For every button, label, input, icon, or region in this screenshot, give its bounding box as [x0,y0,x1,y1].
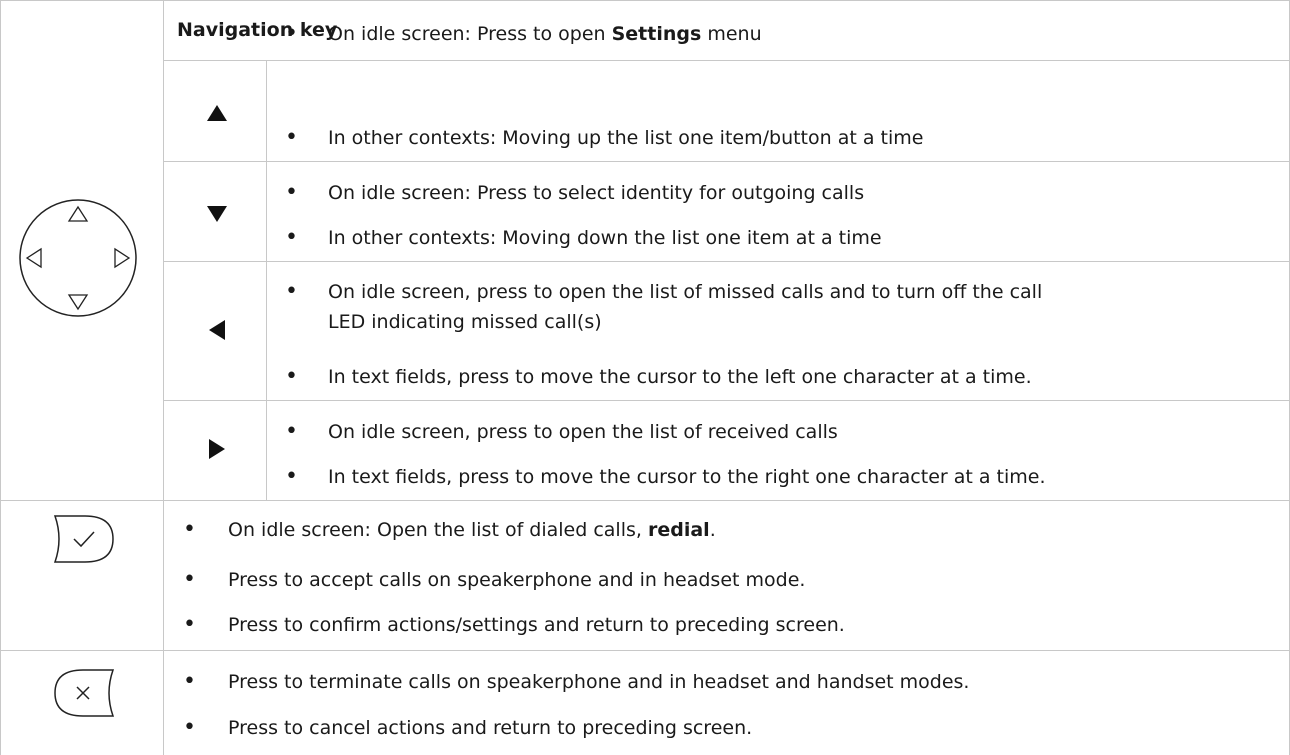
left-item-1-line1: On idle screen, press to open the list o… [328,281,1043,303]
bullet: • [183,715,196,740]
row-divider-2 [163,261,1290,262]
left-arrow-icon [209,320,225,340]
bullet: • [285,419,298,444]
bullet: • [183,517,196,542]
left-item-2: In text fields, press to move the cursor… [328,366,1032,388]
bullet: • [183,612,196,637]
cancel-item-1: Press to terminate calls on speakerphone… [228,671,970,693]
bullet: • [183,669,196,694]
bullet: • [285,364,298,389]
navigation-key-icon [19,199,137,317]
section-divider-cancel [0,650,1290,651]
section-divider-accept [0,500,1290,501]
accept-item-3: Press to confirm actions/settings and re… [228,614,845,636]
right-item-2: In text fields, press to move the cursor… [328,466,1046,488]
bullet: • [183,567,196,592]
table-header-title: Navigation key [177,19,338,41]
table-border-top [0,0,1290,1]
table-border-left [0,0,1,755]
left-item-1-line2: LED indicating missed call(s) [328,311,602,333]
right-item-1: On idle screen, press to open the list o… [328,421,838,443]
right-arrow-icon [209,439,225,459]
column-divider-key [163,0,164,755]
down-item-1: On idle screen: Press to select identity… [328,182,865,204]
bullet: • [285,125,298,150]
accept-key-icon [53,515,114,563]
up-item-2: In other contexts: Moving up the list on… [328,127,924,149]
up-item-1: On idle screen: Press to open Settings m… [328,23,762,45]
bullet: • [285,225,298,250]
cancel-key-icon [54,669,115,717]
bullet: • [285,180,298,205]
down-arrow-icon [207,206,227,222]
cancel-item-2: Press to cancel actions and return to pr… [228,717,753,739]
row-divider-3 [163,400,1290,401]
accept-item-2: Press to accept calls on speakerphone an… [228,569,806,591]
header-divider [163,60,1290,61]
bullet: • [285,279,298,304]
down-item-2: In other contexts: Moving down the list … [328,227,882,249]
bullet: • [285,21,298,46]
key-function-table: Navigation key • On idle screen: Press t… [0,0,1290,755]
column-divider-arrow [266,60,267,500]
accept-item-1: On idle screen: Open the list of dialed … [228,519,716,541]
bullet: • [285,464,298,489]
up-arrow-icon [207,105,227,121]
row-divider-1 [163,161,1290,162]
